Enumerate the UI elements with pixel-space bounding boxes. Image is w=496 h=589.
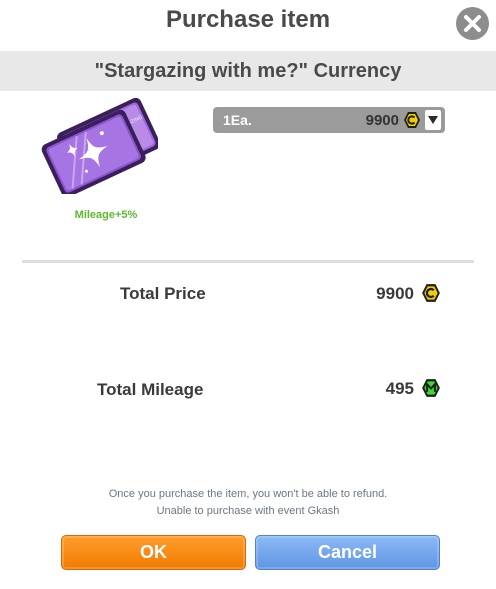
total-price-value: 9900 <box>376 284 414 303</box>
mileage-bonus-label: Mileage+5% <box>74 209 138 221</box>
quantity-value: 1Ea. <box>223 112 252 128</box>
divider <box>22 260 474 263</box>
total-mileage-label: Total Mileage <box>97 380 204 399</box>
chevron-down-icon <box>428 116 438 124</box>
close-button[interactable] <box>456 7 489 40</box>
unit-price: 9900 <box>365 112 399 129</box>
currency-title: "Stargazing with me?" Currency <box>94 60 402 82</box>
cancel-button[interactable]: Cancel <box>255 535 440 570</box>
c-coin-icon <box>404 112 420 128</box>
close-icon <box>464 15 481 32</box>
refund-notice: Once you purchase the item, you won't be… <box>108 488 388 500</box>
dialog-title: Purchase item <box>165 6 331 33</box>
mileage-m-icon <box>422 379 440 397</box>
total-price-label: Total Price <box>120 284 206 303</box>
star-ticket-icon: STARGAZING <box>41 97 158 194</box>
currency-header: "Stargazing with me?" Currency <box>0 51 496 91</box>
dropdown-toggle[interactable] <box>425 110 441 130</box>
gkash-notice: Unable to purchase with event Gkash <box>156 505 340 517</box>
quantity-dropdown[interactable]: 1Ea. 9900 <box>213 107 445 133</box>
purchase-dialog: Purchase item "Stargazing with me?" Curr… <box>0 0 496 589</box>
ok-button[interactable]: OK <box>61 535 246 570</box>
c-coin-icon <box>422 284 440 302</box>
total-mileage-value: 495 <box>385 379 414 398</box>
